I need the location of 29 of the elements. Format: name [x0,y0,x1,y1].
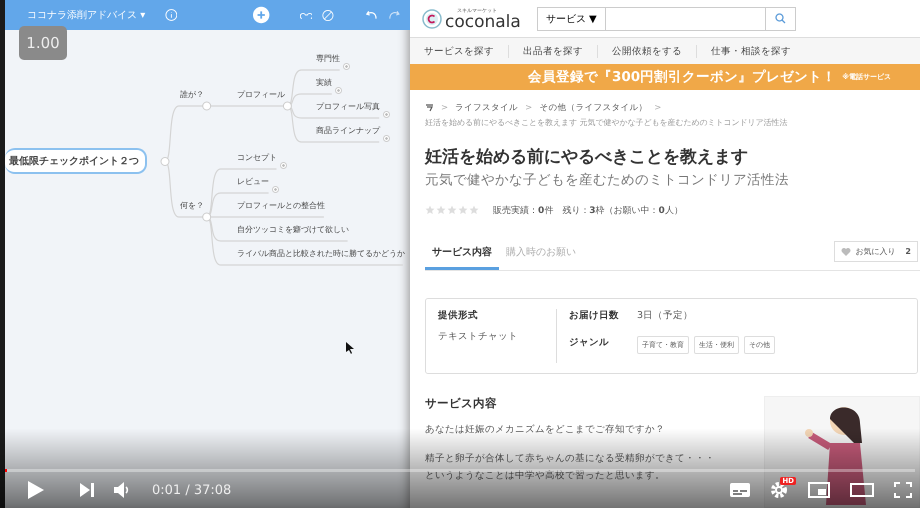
sales-stats: 販売実績：0件 残り：3枠（お願い中：0人） [493,204,683,217]
speed-badge: 1.00 [19,26,67,60]
banner-text: 会員登録で『300円割引クーポン』プレゼント！ [528,68,836,86]
section-title: サービス内容 [425,396,498,411]
service-subtitle: 元気で健やかな子どもを産むためのミトコンドリア活性法 [425,170,790,189]
site-logo[interactable]: coconala [445,14,521,30]
paragraph: 精子と卵子が合体して赤ちゃんの基になる受精卵ができて・・・ [425,452,716,465]
breadcrumb-link[interactable]: その他（ライフスタイル） [539,102,648,114]
paragraph: あなたは妊娠のメカニズムをどこまでご存知ですか？ [425,422,666,436]
info-label: お届け日数 [569,308,620,322]
nav-link[interactable]: 仕事・相談を探す [711,44,805,58]
info-value: 3日（予定） [637,308,694,322]
info-label: 提供形式 [438,308,479,322]
breadcrumb-current: 妊活を始める前にやるべきことを教えます 元気で健やかな子どもを産むためのミトコンドリア活性法 [425,116,789,128]
breadcrumb-separator: > [525,102,532,113]
favorite-button[interactable]: お気に入り 2 [834,240,918,262]
tab[interactable]: サービス内容 [425,238,499,270]
service-title: 妊活を始める前にやるべきことを教えます [425,146,749,168]
info-value: テキストチャット [438,330,519,343]
breadcrumb-separator: > [441,102,448,113]
breadcrumb-separator: > [654,102,662,113]
nav-link[interactable]: 公開依頼をする [612,44,697,58]
paragraph: というようなことは中学や高校で習ったと思います。 [425,468,666,482]
breadcrumb-link[interactable]: ライフスタイル [455,102,518,114]
root-node[interactable]: 最低限チェックポイント２つ [5,148,147,174]
nav-link[interactable]: 出品者を探す [523,44,598,58]
nav-link[interactable]: サービスを探す [424,44,509,58]
time-display: 0:01 / 37:08 [152,482,232,498]
info-label: ジャンル [569,336,610,350]
